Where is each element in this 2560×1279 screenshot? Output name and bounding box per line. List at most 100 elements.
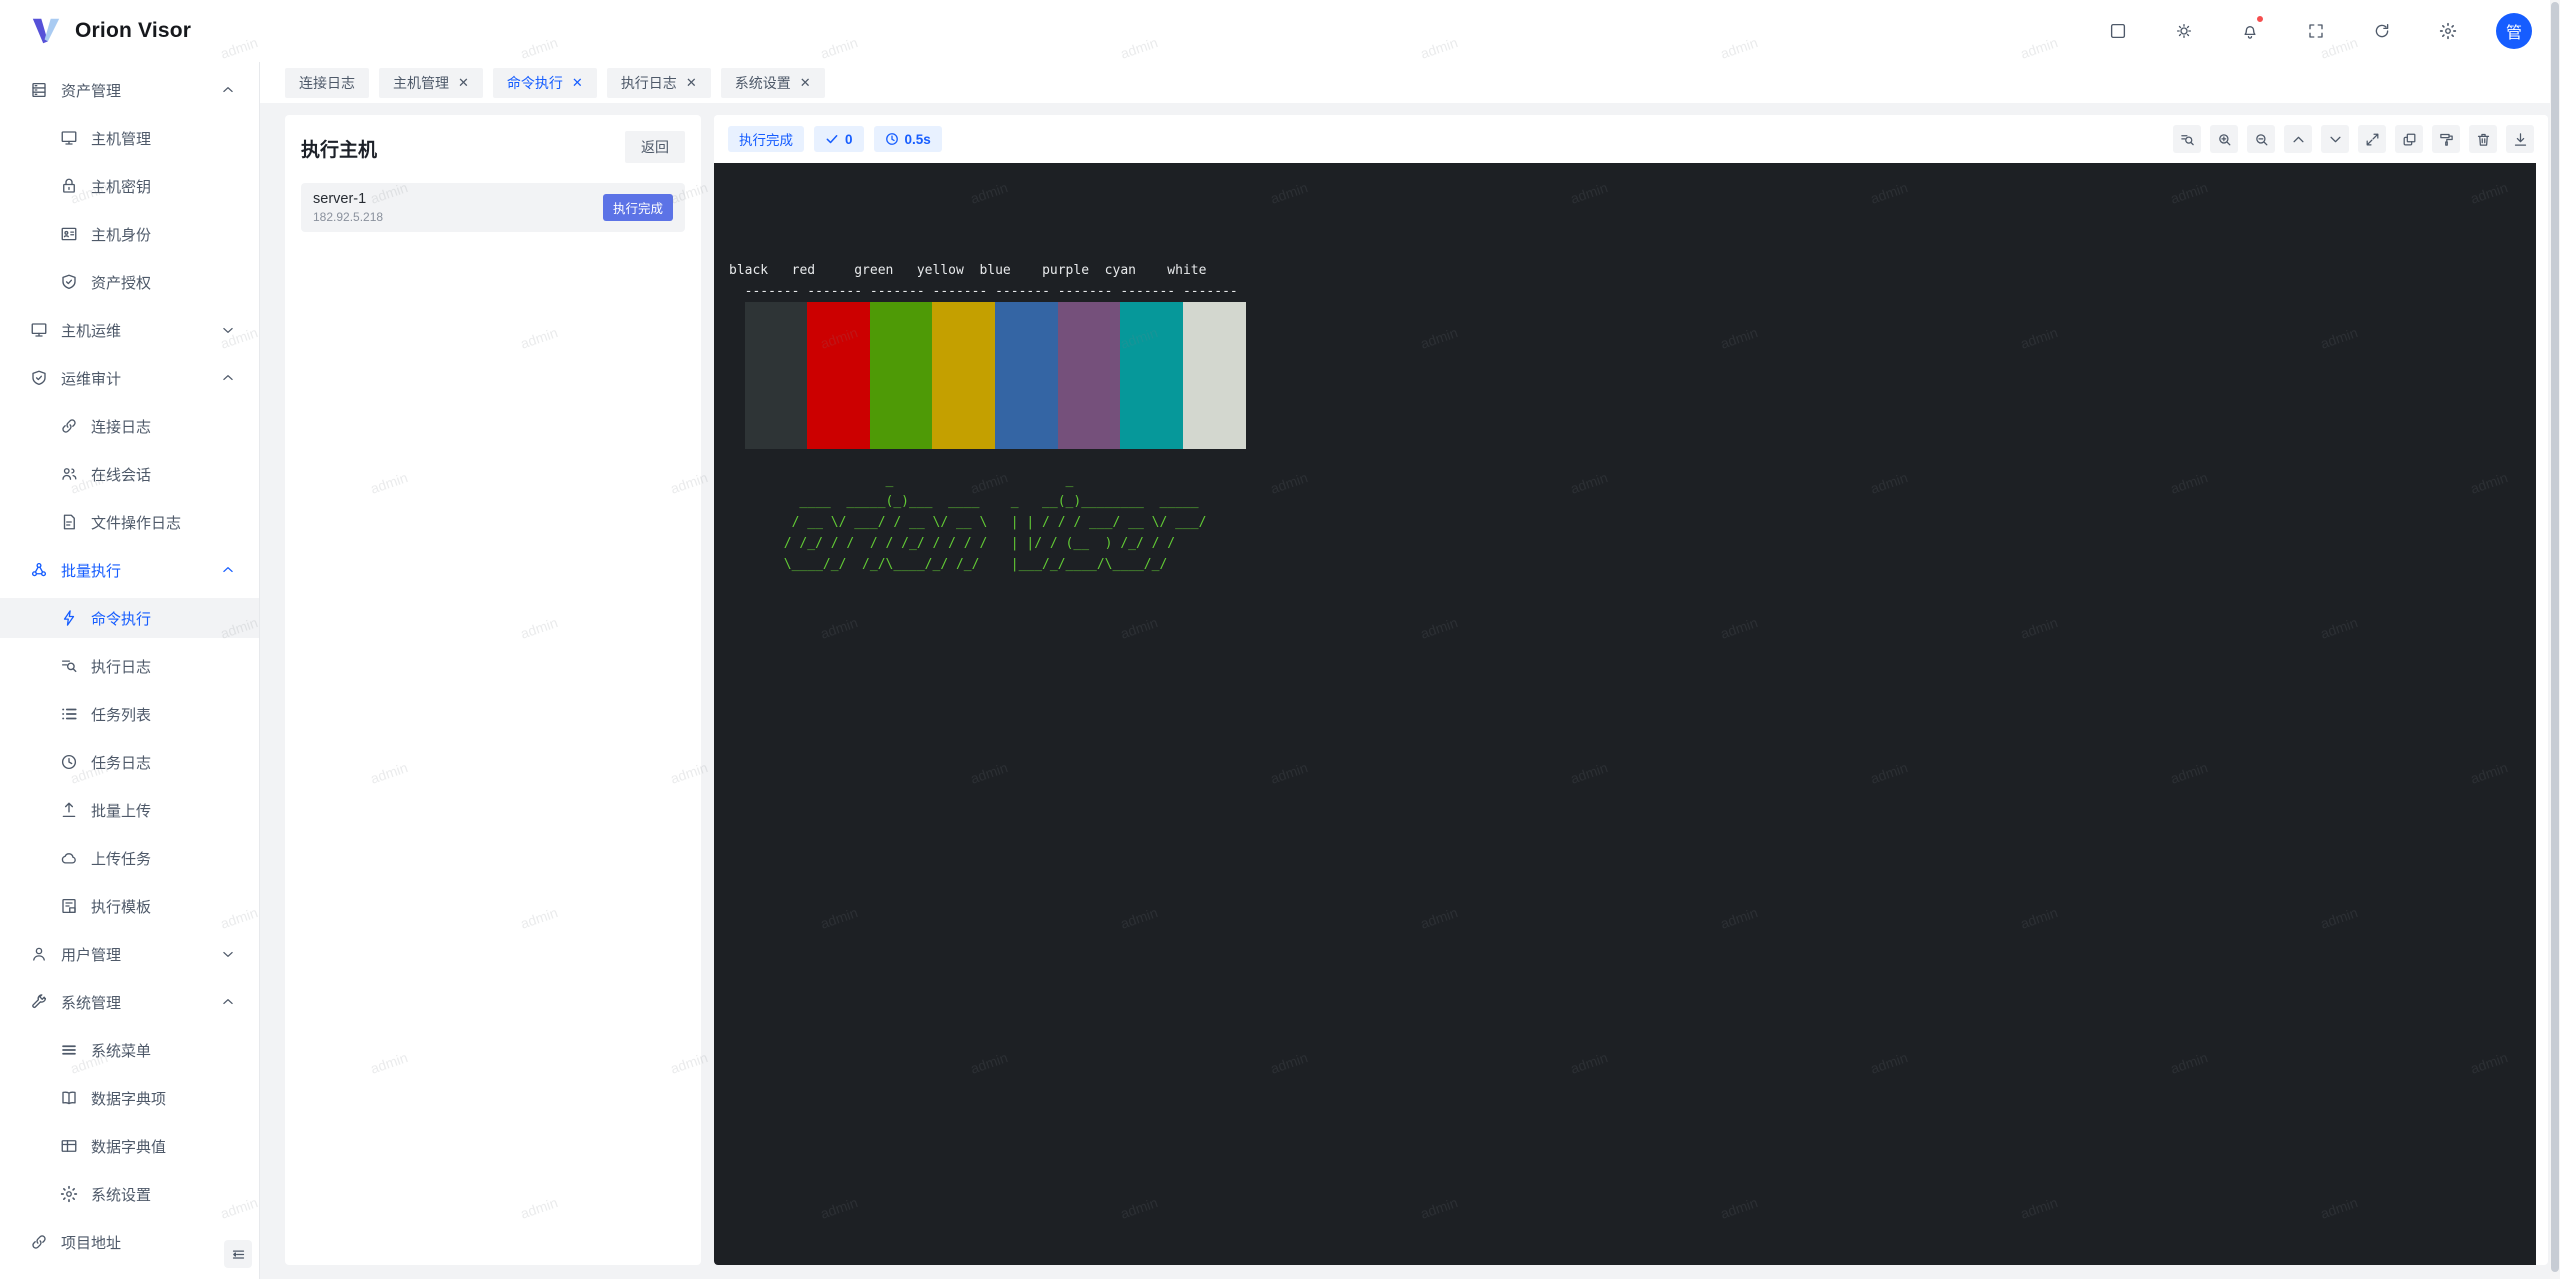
sidebar-group-label: 系统管理 — [61, 992, 121, 1013]
sidebar-item-在线会话[interactable]: 在线会话 — [0, 454, 259, 494]
tab-close-icon[interactable]: ✕ — [800, 76, 811, 89]
sidebar-item-label: 主机管理 — [91, 128, 151, 149]
server-status-badge: 执行完成 — [603, 194, 673, 221]
sidebar-item-系统设置[interactable]: 系统设置 — [0, 1174, 259, 1214]
terminal-line — [729, 176, 2536, 197]
tab-close-icon[interactable]: ✕ — [686, 76, 697, 89]
scroll-top-button[interactable] — [2284, 125, 2312, 153]
terminal-line: black red green yellow blue purple cyan … — [729, 260, 2536, 281]
expand-icon — [2365, 132, 2380, 147]
terminal-card: 执行完成 0 0.5s — [714, 115, 2548, 1265]
color-block-green — [870, 302, 933, 449]
sidebar-item-文件操作日志[interactable]: 文件操作日志 — [0, 502, 259, 542]
lock-icon — [60, 177, 78, 195]
link-icon — [60, 417, 78, 435]
template-icon — [60, 897, 78, 915]
tab-命令执行[interactable]: 命令执行✕ — [493, 68, 597, 98]
settings-button[interactable] — [2430, 13, 2466, 49]
download-button[interactable] — [2506, 125, 2534, 153]
back-button[interactable]: 返回 — [625, 131, 685, 163]
sidebar-group-6[interactable]: 项目地址 — [0, 1222, 259, 1262]
chevron-down-icon — [221, 947, 235, 961]
server-ip: 182.92.5.218 — [313, 210, 383, 224]
sidebar-group-label: 主机运维 — [61, 320, 121, 341]
sidebar-group-4[interactable]: 用户管理 — [0, 934, 259, 974]
tab-系统设置[interactable]: 系统设置✕ — [721, 68, 825, 98]
terminal-line — [729, 218, 2536, 239]
terminal-line: ------- ------- ------- ------- ------- … — [729, 281, 2536, 302]
monitor-icon — [60, 129, 78, 147]
bell-button[interactable] — [2232, 13, 2268, 49]
expand-button[interactable] — [2358, 125, 2386, 153]
sidebar-item-label: 任务日志 — [91, 752, 151, 773]
terminal-tools — [2173, 125, 2534, 153]
menu-lines-icon — [60, 1041, 78, 1059]
page-scrollbar[interactable] — [2550, 0, 2560, 1279]
bell-icon — [2241, 22, 2259, 40]
scroll-bottom-button[interactable] — [2321, 125, 2349, 153]
sidebar-item-命令执行[interactable]: 命令执行 — [0, 598, 259, 638]
refresh-button[interactable] — [2364, 13, 2400, 49]
code-square-button[interactable] — [2100, 13, 2136, 49]
color-block-blue — [995, 302, 1058, 449]
sidebar-item-系统菜单[interactable]: 系统菜单 — [0, 1030, 259, 1070]
refresh-icon — [2373, 22, 2391, 40]
terminal-output[interactable]: black red green yellow blue purple cyan … — [714, 163, 2536, 1265]
scrollbar-thumb[interactable] — [2551, 2, 2559, 1272]
users-icon — [60, 465, 78, 483]
wrench-icon — [30, 993, 48, 1011]
ansi-color-blocks — [745, 302, 2536, 449]
delete-button[interactable] — [2469, 125, 2497, 153]
terminal-line — [729, 239, 2536, 260]
tab-连接日志[interactable]: 连接日志 — [285, 68, 369, 98]
sidebar-item-主机密钥[interactable]: 主机密钥 — [0, 166, 259, 206]
fullscreen-button[interactable] — [2298, 13, 2334, 49]
menu-fold-icon — [231, 1247, 246, 1262]
sidebar-item-连接日志[interactable]: 连接日志 — [0, 406, 259, 446]
sidebar-group-3[interactable]: 批量执行 — [0, 550, 259, 590]
sidebar-item-label: 数据字典项 — [91, 1088, 166, 1109]
sidebar-group-0[interactable]: 资产管理 — [0, 70, 259, 110]
sidebar-item-主机管理[interactable]: 主机管理 — [0, 118, 259, 158]
sidebar-item-任务日志[interactable]: 任务日志 — [0, 742, 259, 782]
exec-hosts-panel: 执行主机 返回 server-1 182.92.5.218 执行完成 — [285, 115, 701, 1265]
sidebar-group-1[interactable]: 主机运维 — [0, 310, 259, 350]
zoom-out-button[interactable] — [2247, 125, 2275, 153]
theme-button[interactable] — [2166, 13, 2202, 49]
sidebar-group-2[interactable]: 运维审计 — [0, 358, 259, 398]
tab-执行日志[interactable]: 执行日志 ✕ — [607, 68, 711, 98]
sidebar-item-执行日志[interactable]: 执行日志 — [0, 646, 259, 686]
sidebar: 资产管理主机管理主机密钥主机身份资产授权主机运维运维审计连接日志在线会话文件操作… — [0, 62, 260, 1279]
sidebar-item-label: 文件操作日志 — [91, 512, 181, 533]
zoom-in-button[interactable] — [2210, 125, 2238, 153]
tab-label: 执行日志 — [621, 73, 677, 93]
sidebar-item-执行模板[interactable]: 执行模板 — [0, 886, 259, 926]
sidebar-group-label: 项目地址 — [61, 1232, 121, 1253]
sidebar-menu: 资产管理主机管理主机密钥主机身份资产授权主机运维运维审计连接日志在线会话文件操作… — [0, 70, 259, 1262]
sidebar-item-数据字典值[interactable]: 数据字典值 — [0, 1126, 259, 1166]
sidebar-item-label: 执行日志 — [91, 656, 151, 677]
sidebar-item-任务列表[interactable]: 任务列表 — [0, 694, 259, 734]
sidebar-collapse-button[interactable] — [224, 1240, 252, 1268]
chevron-up-icon — [221, 563, 235, 577]
search-list-icon — [60, 657, 78, 675]
tab-主机管理[interactable]: 主机管理✕ — [379, 68, 483, 98]
sidebar-item-上传任务[interactable]: 上传任务 — [0, 838, 259, 878]
tab-close-icon[interactable]: ✕ — [458, 76, 469, 89]
tab-close-icon[interactable]: ✕ — [572, 76, 583, 89]
copy-button[interactable] — [2395, 125, 2423, 153]
server-name: server-1 — [313, 191, 383, 207]
zoom-in-icon — [2217, 132, 2232, 147]
sidebar-item-数据字典项[interactable]: 数据字典项 — [0, 1078, 259, 1118]
user-avatar[interactable]: 管 — [2496, 13, 2532, 49]
server-list-item[interactable]: server-1 182.92.5.218 执行完成 — [301, 183, 685, 232]
sidebar-item-资产授权[interactable]: 资产授权 — [0, 262, 259, 302]
top-header: Orion Visor 管 — [0, 0, 2560, 62]
color-block-red — [807, 302, 870, 449]
storage-icon — [30, 81, 48, 99]
clear-button[interactable] — [2432, 125, 2460, 153]
sidebar-item-批量上传[interactable]: 批量上传 — [0, 790, 259, 830]
search-button[interactable] — [2173, 125, 2201, 153]
sidebar-item-主机身份[interactable]: 主机身份 — [0, 214, 259, 254]
sidebar-group-5[interactable]: 系统管理 — [0, 982, 259, 1022]
